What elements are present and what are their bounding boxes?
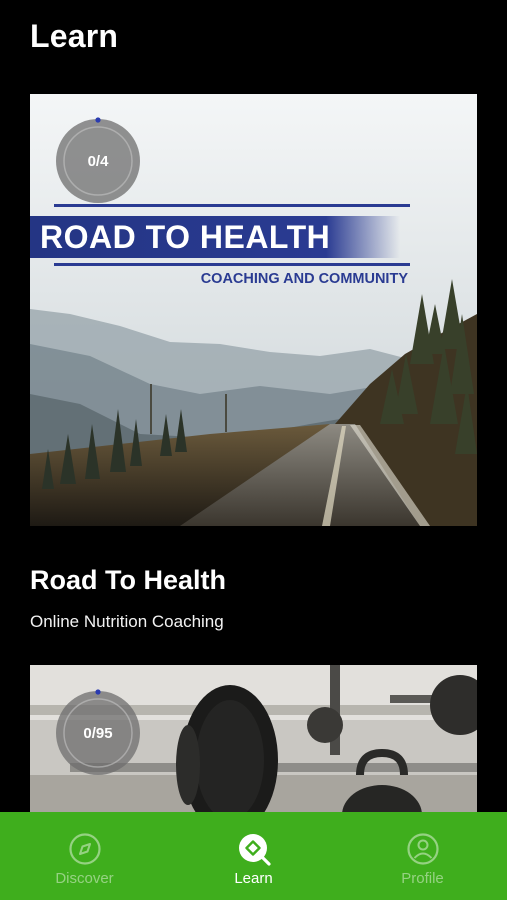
course-banner: ROAD TO HEALTH COACHING AND COMMUNITY bbox=[30, 204, 410, 287]
nav-label: Discover bbox=[55, 870, 114, 887]
profile-icon bbox=[406, 833, 439, 865]
progress-count: 0/4 bbox=[87, 152, 109, 170]
nav-label: Profile bbox=[401, 870, 444, 887]
banner-title: ROAD TO HEALTH bbox=[40, 218, 331, 255]
banner-subtitle: COACHING AND COMMUNITY bbox=[200, 271, 408, 287]
nav-item-learn[interactable]: Learn bbox=[169, 812, 338, 900]
course-subtitle: Online Nutrition Coaching bbox=[30, 612, 224, 631]
course-card-image[interactable]: ROAD TO HEALTH COACHING AND COMMUNITY 0/… bbox=[30, 94, 477, 526]
course-card-image[interactable]: 0/95 bbox=[30, 665, 477, 825]
nav-label: Learn bbox=[234, 870, 273, 887]
course-title[interactable]: Road To Health bbox=[30, 565, 226, 596]
bottom-navigation: Discover Learn Profile bbox=[0, 812, 507, 900]
page-title: Learn bbox=[30, 18, 119, 54]
learn-search-icon bbox=[238, 834, 271, 866]
nav-item-discover[interactable]: Discover bbox=[0, 812, 169, 900]
nav-item-profile[interactable]: Profile bbox=[338, 812, 507, 900]
progress-indicator: 0/4 bbox=[54, 117, 142, 205]
progress-indicator: 0/95 bbox=[54, 689, 142, 777]
progress-count: 0/95 bbox=[83, 724, 113, 742]
compass-icon bbox=[68, 833, 101, 865]
banner-title-box: ROAD TO HEALTH bbox=[30, 216, 400, 258]
banner-rule-bottom bbox=[54, 263, 410, 266]
